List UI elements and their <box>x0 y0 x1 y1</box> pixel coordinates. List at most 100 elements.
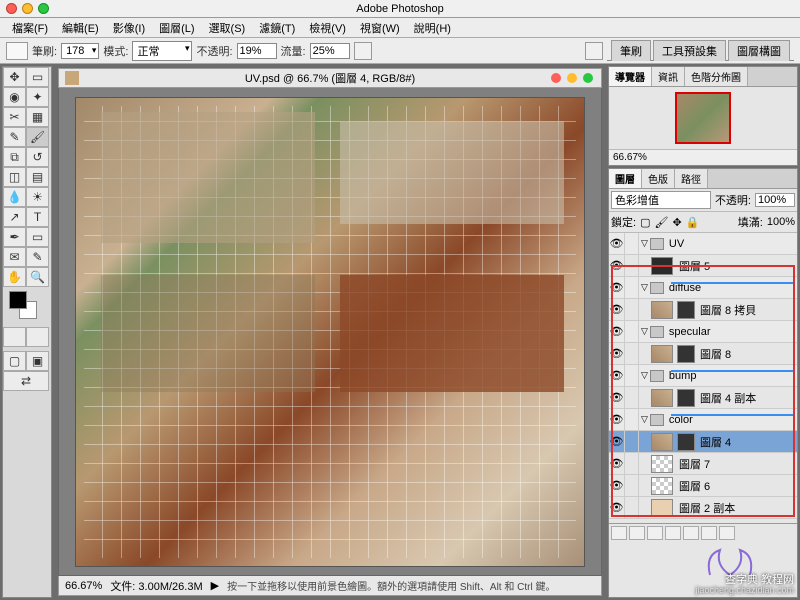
visibility-icon[interactable]: 👁 <box>609 365 625 386</box>
visibility-icon[interactable]: 👁 <box>609 321 625 342</box>
mask-thumbnail[interactable] <box>677 301 695 319</box>
visibility-icon[interactable]: 👁 <box>609 387 625 408</box>
layer-thumbnail[interactable] <box>651 345 673 363</box>
layer-thumbnail[interactable] <box>651 499 673 517</box>
tab-layers[interactable]: 圖層 <box>609 169 642 188</box>
menu-edit[interactable]: 編輯(E) <box>56 18 105 38</box>
lock-all-icon[interactable]: 🔒 <box>686 216 700 229</box>
visibility-icon[interactable]: 👁 <box>609 409 625 430</box>
eyedropper-tool[interactable]: ✎ <box>26 247 49 267</box>
jump-to-imageready[interactable]: ⇄ <box>3 371 49 391</box>
path-tool[interactable]: ↗ <box>3 207 26 227</box>
layer-mask-icon[interactable] <box>647 526 663 540</box>
menu-file[interactable]: 檔案(F) <box>6 18 54 38</box>
visibility-icon[interactable]: 👁 <box>609 475 625 496</box>
foreground-color[interactable] <box>9 291 27 309</box>
mask-thumbnail[interactable] <box>677 433 695 451</box>
type-tool[interactable]: T <box>26 207 49 227</box>
tab-info[interactable]: 資訊 <box>652 67 685 86</box>
palette-tab-comps[interactable]: 圖層構圖 <box>728 40 790 61</box>
layer-name[interactable]: 圖層 7 <box>677 456 797 472</box>
doc-close-icon[interactable] <box>551 73 561 83</box>
layer-thumbnail[interactable] <box>651 455 673 473</box>
layer-thumbnail[interactable] <box>651 257 673 275</box>
fold-icon[interactable]: ▽ <box>641 326 648 337</box>
layer-name[interactable]: specular <box>667 326 797 338</box>
current-tool-icon[interactable] <box>6 42 28 60</box>
layer-row[interactable]: 👁圖層 7 <box>609 453 797 475</box>
fill-input[interactable]: 100% <box>767 216 795 228</box>
layer-name[interactable]: 圖層 5 <box>677 258 797 274</box>
layer-row[interactable]: 👁▽bump <box>609 365 797 387</box>
brush-tool[interactable]: 🖌 <box>26 127 49 147</box>
link-cell[interactable] <box>625 453 639 474</box>
airbrush-toggle[interactable] <box>354 42 372 60</box>
close-icon[interactable] <box>6 3 17 14</box>
layer-name[interactable]: UV <box>667 238 797 250</box>
menu-view[interactable]: 檢視(V) <box>303 18 352 38</box>
menu-window[interactable]: 視窗(W) <box>354 18 406 38</box>
link-cell[interactable] <box>625 387 639 408</box>
brush-size-picker[interactable]: 178 <box>61 43 99 59</box>
notes-tool[interactable]: ✉ <box>3 247 26 267</box>
layer-row[interactable]: 👁圖層 4 副本 <box>609 387 797 409</box>
menu-layer[interactable]: 圖層(L) <box>153 18 200 38</box>
new-group-icon[interactable] <box>665 526 681 540</box>
lock-pos-icon[interactable]: ✥ <box>672 216 681 229</box>
opacity-input[interactable]: 19% <box>237 43 277 59</box>
dodge-tool[interactable]: ☀ <box>26 187 49 207</box>
navigator-zoom[interactable]: 66.67% <box>609 149 797 165</box>
menu-filter[interactable]: 濾鏡(T) <box>253 18 301 38</box>
layer-thumbnail[interactable] <box>651 477 673 495</box>
layer-name[interactable]: 圖層 8 拷貝 <box>698 302 797 318</box>
tab-histogram[interactable]: 色階分佈圖 <box>685 67 748 86</box>
new-layer-icon[interactable] <box>701 526 717 540</box>
delete-layer-icon[interactable] <box>719 526 735 540</box>
visibility-icon[interactable]: 👁 <box>609 277 625 298</box>
arrow-icon[interactable]: ▶ <box>211 579 219 592</box>
link-layers-icon[interactable] <box>611 526 627 540</box>
fold-icon[interactable]: ▽ <box>641 282 648 293</box>
layer-row[interactable]: 👁▽UV <box>609 233 797 255</box>
canvas-image[interactable] <box>75 97 585 567</box>
layer-row[interactable]: 👁圖層 4 <box>609 431 797 453</box>
visibility-icon[interactable]: 👁 <box>609 233 625 254</box>
layer-style-icon[interactable] <box>629 526 645 540</box>
shape-tool[interactable]: ▭ <box>26 227 49 247</box>
layer-row[interactable]: 👁▽diffuse <box>609 277 797 299</box>
layer-opacity-input[interactable]: 100% <box>755 193 795 207</box>
menu-help[interactable]: 說明(H) <box>408 18 457 38</box>
layer-row[interactable]: 👁圖層 8 拷貝 <box>609 299 797 321</box>
canvas-area[interactable] <box>58 88 602 576</box>
link-cell[interactable] <box>625 431 639 452</box>
link-cell[interactable] <box>625 321 639 342</box>
document-titlebar[interactable]: UV.psd @ 66.7% (圖層 4, RGB/8#) <box>58 68 602 88</box>
tab-channels[interactable]: 色版 <box>642 169 675 188</box>
menu-select[interactable]: 選取(S) <box>203 18 252 38</box>
fold-icon[interactable]: ▽ <box>641 370 648 381</box>
slice-tool[interactable]: ▦ <box>26 107 49 127</box>
doc-minimize-icon[interactable] <box>567 73 577 83</box>
layer-name[interactable]: 圖層 6 <box>677 478 797 494</box>
link-cell[interactable] <box>625 343 639 364</box>
layer-name[interactable]: 圖層 2 副本 <box>677 500 797 516</box>
blend-mode-select[interactable]: 正常 <box>132 41 192 61</box>
quickmask-mode-icon[interactable] <box>26 327 49 347</box>
move-tool[interactable]: ✥ <box>3 67 26 87</box>
layer-name[interactable]: 圖層 8 <box>698 346 797 362</box>
heal-tool[interactable]: ✎ <box>3 127 26 147</box>
layer-thumbnail[interactable] <box>651 389 673 407</box>
link-cell[interactable] <box>625 409 639 430</box>
layer-row[interactable]: 👁 圖層 6 <box>609 475 797 497</box>
layer-row[interactable]: 👁圖層 5 <box>609 255 797 277</box>
stamp-tool[interactable]: ⧉ <box>3 147 26 167</box>
link-cell[interactable] <box>625 299 639 320</box>
blur-tool[interactable]: 💧 <box>3 187 26 207</box>
layer-name[interactable]: 圖層 4 <box>698 434 797 450</box>
link-cell[interactable] <box>625 365 639 386</box>
link-cell[interactable] <box>625 277 639 298</box>
link-cell[interactable] <box>625 497 639 518</box>
wand-tool[interactable]: ✦ <box>26 87 49 107</box>
layer-thumbnail[interactable] <box>651 301 673 319</box>
visibility-icon[interactable]: 👁 <box>609 343 625 364</box>
